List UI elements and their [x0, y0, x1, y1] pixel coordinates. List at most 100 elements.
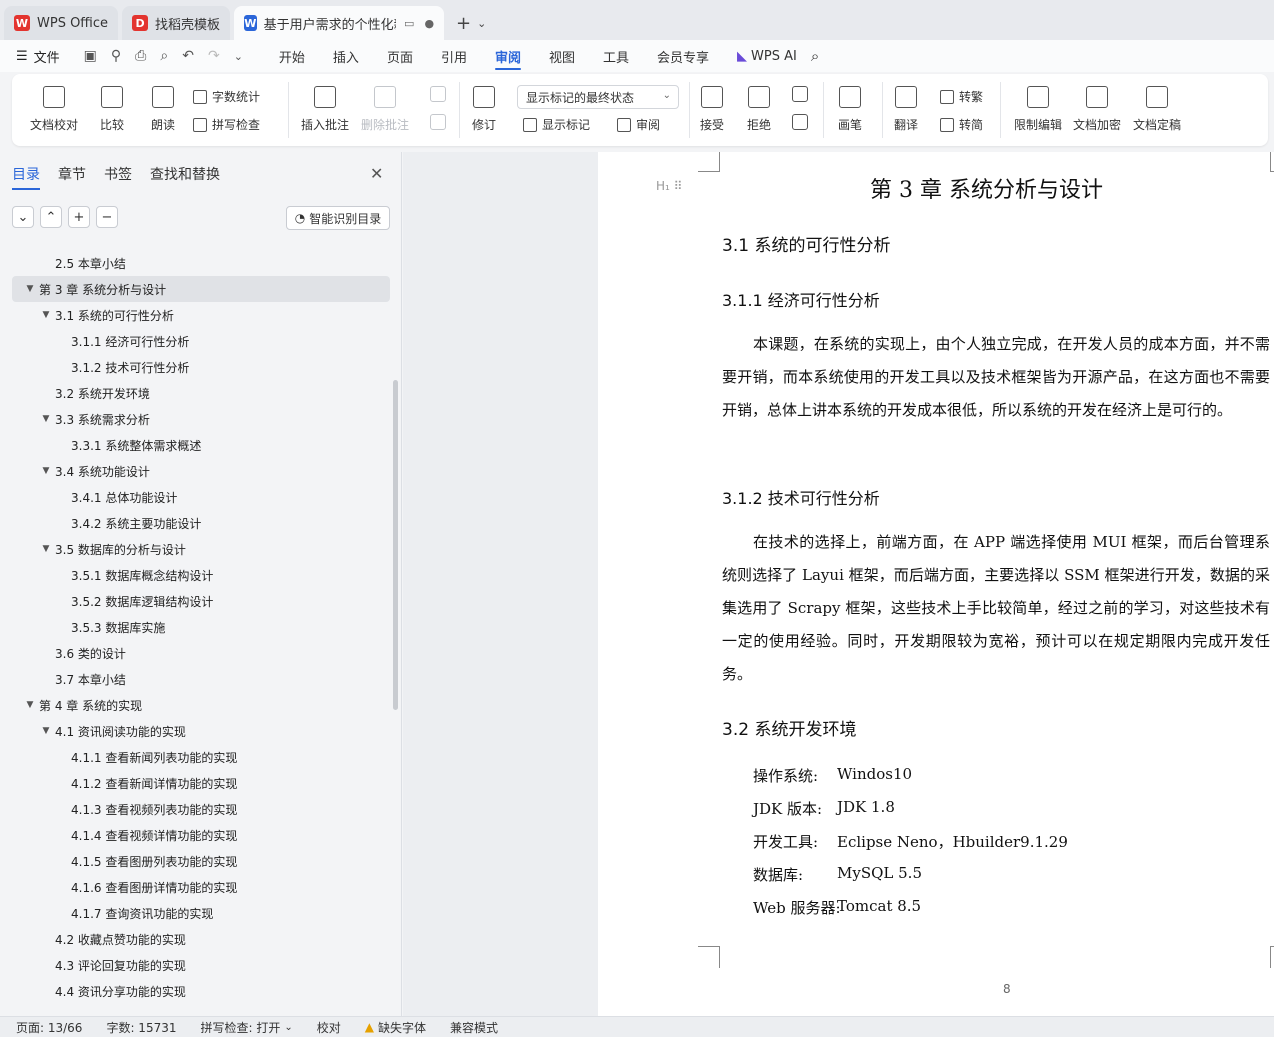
review-pane-button[interactable]: 审阅 [617, 116, 660, 133]
tab-wps-office[interactable]: W WPS Office [4, 6, 119, 40]
show-markup-button[interactable]: 显示标记 [523, 116, 590, 133]
delete-comment-button[interactable]: 删除批注 [361, 86, 409, 133]
toc-item[interactable]: 3.2 系统开发环境 [12, 380, 390, 406]
toc-item[interactable]: 4.1.7 查询资讯功能的实现 [12, 900, 390, 926]
toc-item[interactable]: ▼ 3.4 系统功能设计 [12, 458, 390, 484]
toc-item[interactable]: 4.1.2 查看新闻详情功能的实现 [12, 770, 390, 796]
add-heading-button[interactable]: + [68, 206, 90, 228]
toc-item[interactable]: 4.1.4 查看视频详情功能的实现 [12, 822, 390, 848]
menu-review[interactable]: 审阅 [494, 40, 521, 72]
toc-item[interactable]: 3.4.2 系统主要功能设计 [12, 510, 390, 536]
menu-start[interactable]: 开始 [279, 40, 305, 72]
proofread-indicator[interactable]: 校对 [317, 1019, 341, 1036]
menu-view[interactable]: 视图 [549, 40, 575, 72]
menu-member[interactable]: 会员专享 [657, 40, 709, 72]
toc-item[interactable]: 4.1.5 查看图册列表功能的实现 [12, 848, 390, 874]
tab-bookmark[interactable]: 书签 [104, 164, 132, 190]
toc-item[interactable]: ▼ 3.1 系统的可行性分析 [12, 302, 390, 328]
toc-item[interactable]: ▼ 第 3 章 系统分析与设计 [12, 276, 390, 302]
draw-button[interactable]: 画笔 [838, 86, 862, 133]
insert-comment-button[interactable]: 插入批注 [301, 86, 349, 133]
prev-comment-button[interactable] [430, 86, 446, 110]
toc-item[interactable]: ▼ 3.3 系统需求分析 [12, 406, 390, 432]
search-icon[interactable]: ⌕ [811, 40, 819, 72]
compare-button[interactable]: 比较 [100, 86, 124, 133]
tab-chapter[interactable]: 章节 [58, 164, 86, 190]
doc-finalize-button[interactable]: 文档定稿 [1133, 86, 1181, 133]
expand-toggle-icon[interactable]: ▼ [40, 544, 52, 554]
toc-item[interactable]: 2.5 本章小结 [12, 250, 390, 276]
toc-item[interactable]: 3.5.3 数据库实施 [12, 614, 390, 640]
to-simplified-button[interactable]: 转简 [940, 116, 983, 133]
toc-item[interactable]: ▼ 3.5 数据库的分析与设计 [12, 536, 390, 562]
tab-toc[interactable]: 目录 [12, 164, 40, 190]
expand-toggle-icon[interactable]: ▼ [24, 700, 36, 710]
doc-encrypt-button[interactable]: 文档加密 [1073, 86, 1121, 133]
doc-check-button[interactable]: 文档校对 [30, 86, 78, 133]
menu-reference[interactable]: 引用 [441, 40, 467, 72]
markup-display-dropdown[interactable]: 显示标记的最终状态 ⌄ [517, 85, 679, 109]
wps-ai-button[interactable]: ◣ WPS AI [737, 40, 797, 72]
menu-insert[interactable]: 插入 [333, 40, 359, 72]
spell-check-indicator[interactable]: 拼写检查: 打开 ⌄ [201, 1019, 293, 1036]
next-comment-button[interactable] [430, 114, 446, 138]
toc-item[interactable]: 3.5.2 数据库逻辑结构设计 [12, 588, 390, 614]
toc-item[interactable]: 4.1.1 查看新闻列表功能的实现 [12, 744, 390, 770]
new-tab-button[interactable]: + ⌄ [448, 6, 494, 40]
expand-toggle-icon[interactable]: ▼ [40, 726, 52, 736]
tab-template[interactable]: D 找稻壳模板 [122, 6, 231, 40]
chevron-down-icon[interactable]: ⌄ [477, 17, 486, 30]
redo-icon[interactable]: ↷ [208, 48, 220, 64]
toc-item[interactable]: ▼ 4.1 资讯阅读功能的实现 [12, 718, 390, 744]
toc-item[interactable]: 4.2 收藏点赞功能的实现 [12, 926, 390, 952]
word-count-indicator[interactable]: 字数: 15731 [106, 1019, 176, 1036]
print-preview-icon[interactable]: ⌕ [160, 48, 168, 64]
missing-font-indicator[interactable]: ▲ 缺失字体 [365, 1019, 426, 1036]
expand-toggle-icon[interactable]: ▼ [24, 284, 36, 294]
accept-button[interactable]: 接受 [700, 86, 724, 133]
remove-heading-button[interactable]: − [96, 206, 118, 228]
menu-page[interactable]: 页面 [387, 40, 413, 72]
spell-check-button[interactable]: 拼写检查 [193, 116, 260, 133]
document-page[interactable]: H₁ ⠿ 第 3 章 系统分析与设计 3.1 系统的可行性分析 3.1.1 经济… [598, 152, 1274, 1016]
translate-button[interactable]: 翻译 [894, 86, 918, 133]
tab-document[interactable]: W 基于用户需求的个性化新闻推 ▭ ● [234, 6, 445, 40]
heading-drag-handle-icon[interactable]: H₁ ⠿ [656, 179, 682, 193]
toc-item[interactable]: 3.6 类的设计 [12, 640, 390, 666]
file-menu[interactable]: ☰ 文件 [16, 47, 60, 66]
toc-item[interactable]: 4.1.3 查看视频列表功能的实现 [12, 796, 390, 822]
undo-icon[interactable]: ↶ [182, 48, 194, 64]
menu-tools[interactable]: 工具 [603, 40, 629, 72]
expand-down-button[interactable]: ⌄ [12, 206, 34, 228]
revise-button[interactable]: 修订 [472, 86, 496, 133]
toc-item[interactable]: 4.3 评论回复功能的实现 [12, 952, 390, 978]
toc-item[interactable]: 3.3.1 系统整体需求概述 [12, 432, 390, 458]
toc-item[interactable]: 4.4 资讯分享功能的实现 [12, 978, 390, 1004]
prev-change-button[interactable] [792, 86, 808, 110]
toc-item[interactable]: ▼ 第 4 章 系统的实现 [12, 692, 390, 718]
collapse-up-button[interactable]: ⌃ [40, 206, 62, 228]
toc-item[interactable]: 3.4.1 总体功能设计 [12, 484, 390, 510]
share-icon[interactable]: ⚲ [111, 48, 121, 64]
toc-item[interactable]: 4.1.6 查看图册详情功能的实现 [12, 874, 390, 900]
smart-toc-button[interactable]: ◔ 智能识别目录 [286, 206, 390, 230]
toc-item[interactable]: 3.1.2 技术可行性分析 [12, 354, 390, 380]
save-icon[interactable]: ▣ [84, 48, 97, 64]
reject-button[interactable]: 拒绝 [747, 86, 771, 133]
more-chevron-icon[interactable]: ⌄ [234, 50, 243, 63]
close-tab-icon[interactable]: ● [424, 17, 434, 30]
to-traditional-button[interactable]: 转繁 [940, 88, 983, 105]
restrict-edit-button[interactable]: 限制编辑 [1014, 86, 1062, 133]
toc-scrollbar[interactable] [393, 380, 398, 710]
toc-item[interactable]: 3.1.1 经济可行性分析 [12, 328, 390, 354]
monitor-icon[interactable]: ▭ [404, 17, 414, 30]
expand-toggle-icon[interactable]: ▼ [40, 466, 52, 476]
read-aloud-button[interactable]: 朗读 [151, 86, 175, 133]
tab-find-replace[interactable]: 查找和替换 [150, 164, 220, 190]
toc-item[interactable]: 3.5.1 数据库概念结构设计 [12, 562, 390, 588]
word-count-button[interactable]: 字数统计 [193, 88, 260, 105]
print-icon[interactable]: ⎙ [135, 48, 146, 64]
close-pane-icon[interactable]: ✕ [370, 164, 383, 183]
next-change-button[interactable] [792, 114, 808, 138]
page-indicator[interactable]: 页面: 13/66 [16, 1019, 82, 1036]
